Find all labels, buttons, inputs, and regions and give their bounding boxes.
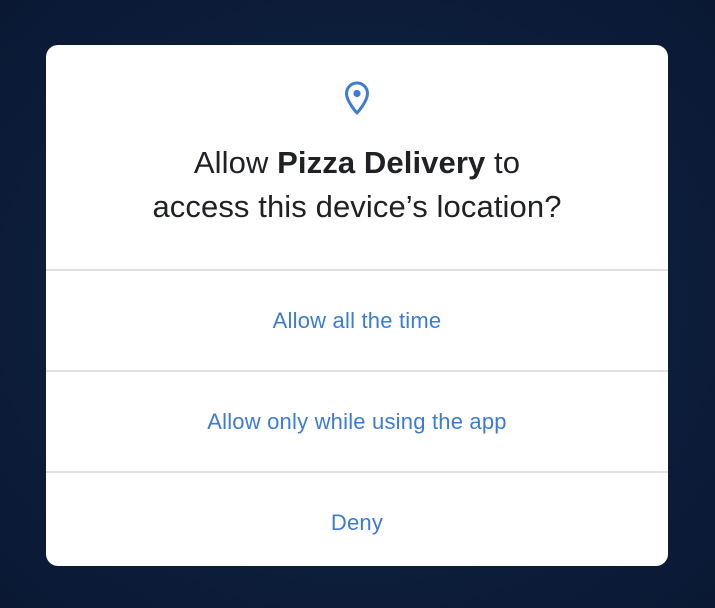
allow-while-using-app-button[interactable]: Allow only while using the app	[46, 370, 668, 471]
title-prefix: Allow	[193, 145, 278, 180]
dialog-header: Allow Pizza Delivery to access this devi…	[46, 45, 668, 269]
permission-dialog: Allow Pizza Delivery to access this devi…	[46, 45, 668, 566]
location-pin-icon	[345, 81, 369, 115]
title-line2: access this device’s location?	[152, 189, 562, 224]
allow-all-the-time-button[interactable]: Allow all the time	[46, 269, 668, 370]
deny-button[interactable]: Deny	[46, 471, 668, 566]
option-label: Deny	[330, 509, 384, 535]
app-name: Pizza Delivery	[277, 145, 486, 180]
dialog-title: Allow Pizza Delivery to access this devi…	[46, 141, 668, 229]
title-suffix: to	[485, 145, 521, 180]
option-label: Allow all the time	[272, 307, 442, 333]
option-label: Allow only while using the app	[207, 408, 507, 434]
